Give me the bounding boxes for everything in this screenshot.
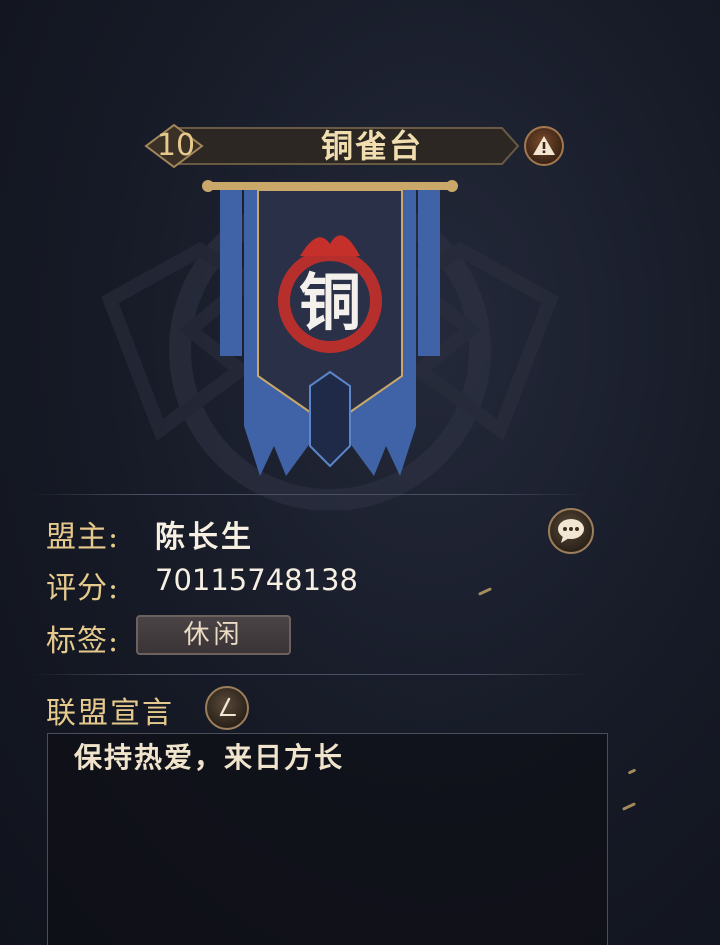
declaration-box: 保持热爱，来日方长	[47, 733, 608, 945]
leader-label: 盟主:	[46, 520, 120, 555]
warning-icon	[533, 136, 555, 155]
chat-with-leader-button[interactable]	[548, 508, 594, 554]
leader-name: 陈长生	[155, 520, 254, 555]
pen-edit-icon	[219, 697, 236, 717]
alliance-name: 铜雀台	[320, 127, 423, 165]
alliance-level: 10	[156, 128, 196, 163]
alliance-title-plate: 10 铜雀台	[142, 123, 520, 169]
score-value: 70115748138	[155, 563, 358, 597]
section-divider	[30, 674, 590, 675]
report-button[interactable]	[524, 126, 564, 166]
declaration-text: 保持热爱，来日方长	[74, 741, 345, 774]
declaration-title: 联盟宣言	[46, 696, 174, 731]
alliance-banner: 铜	[202, 180, 458, 476]
chat-bubble-icon	[558, 519, 584, 543]
spark-particle	[622, 802, 636, 811]
spark-particle	[478, 587, 492, 596]
score-label: 评分:	[46, 571, 120, 606]
tag-label: 标签:	[46, 624, 120, 659]
spark-particle	[627, 768, 637, 775]
tag-chip: 休闲	[136, 615, 291, 655]
banner-glyph: 铜	[299, 266, 361, 339]
edit-declaration-button[interactable]	[205, 686, 249, 730]
section-divider	[30, 494, 590, 495]
